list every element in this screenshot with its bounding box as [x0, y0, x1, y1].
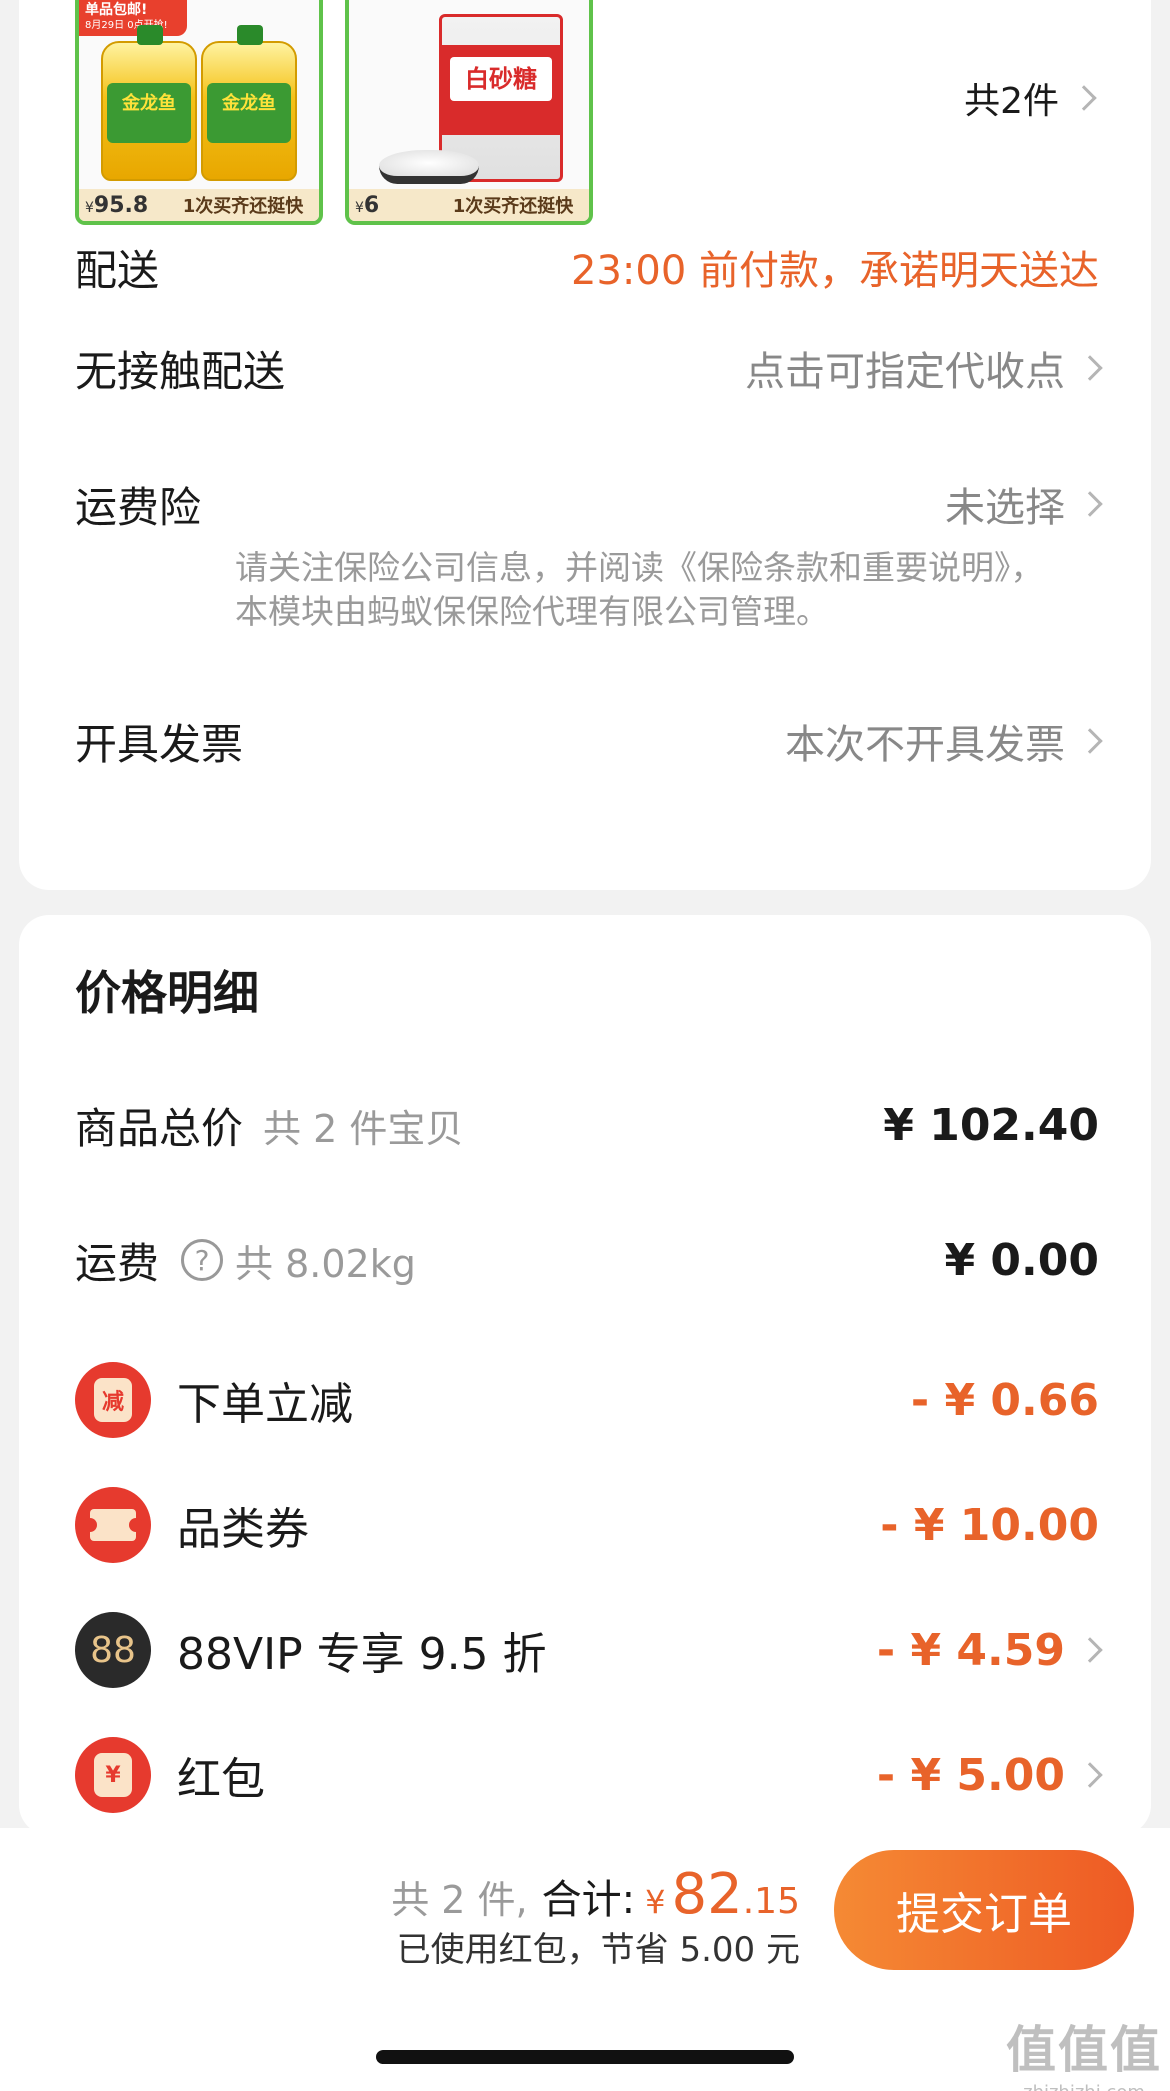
order-info-card: 单品包邮! 8月29日 0点开抢! 金龙鱼 金龙鱼 ¥95.8 1次买齐还挺快 …: [19, 0, 1151, 890]
discount-row-vip[interactable]: 88 88VIP 专享 9.5 折 - ¥ 4.59: [75, 1610, 1103, 1690]
instant-discount-icon: 减: [75, 1362, 151, 1438]
shipping-fee-row: 运费 ? 共 8.02kg ¥ 0.00: [75, 1234, 1100, 1288]
vip-88-icon: 88: [75, 1612, 151, 1688]
product-price-bar: ¥6 1次买齐还挺快: [349, 189, 589, 221]
help-icon[interactable]: ?: [181, 1239, 224, 1281]
insurance-status: 未选择: [945, 485, 1065, 531]
product-price: 95.8: [93, 192, 149, 218]
home-indicator[interactable]: [376, 2050, 794, 2064]
discount-row: 品类券 - ¥ 10.00: [75, 1485, 1099, 1565]
red-packet-icon: ¥: [75, 1737, 151, 1813]
chevron-right-icon: [1077, 1637, 1103, 1663]
pickup-point-hint: 点击可指定代收点: [745, 349, 1065, 395]
order-total: 共 2 件, 合计: ¥ 82 .15: [391, 1862, 800, 1927]
discount-amount: - ¥ 4.59: [876, 1624, 1065, 1676]
item-count-link[interactable]: 共2件: [964, 72, 1097, 124]
savings-note: 已使用红包，节省 5.00 元: [396, 1930, 800, 1970]
product-price-bar: ¥95.8 1次买齐还挺快: [79, 189, 319, 221]
section-title: 价格明细: [75, 966, 259, 1020]
discount-row: 减 下单立减 - ¥ 0.66: [75, 1360, 1099, 1440]
discount-amount: - ¥ 0.66: [910, 1374, 1099, 1426]
shipping-insurance-row[interactable]: 运费险 未选择: [75, 474, 1103, 534]
submit-order-button[interactable]: 提交订单: [834, 1850, 1134, 1970]
chevron-right-icon: [1077, 1762, 1103, 1788]
shipping-fee-amount: ¥ 0.00: [944, 1234, 1100, 1286]
insurance-notice: 请关注保险公司信息，并阅读《保险条款和重要说明》，本模块由蚂蚁保保险代理有限公司…: [235, 548, 1044, 631]
product-slogan: 1次买齐还挺快: [452, 196, 574, 217]
goods-total-row: 商品总价 共 2 件宝贝 ¥ 102.40: [75, 1099, 1099, 1153]
chevron-right-icon: [1077, 355, 1103, 381]
price-detail-card: 价格明细 商品总价 共 2 件宝贝 ¥ 102.40 运费 ? 共 8.02kg…: [19, 915, 1151, 1835]
sugar-bowl-image: [379, 150, 479, 184]
contactless-delivery-row[interactable]: 无接触配送 点击可指定代收点: [75, 338, 1103, 398]
total-amount-decimal: .15: [742, 1881, 800, 1922]
delivery-row: 配送 23:00 前付款，承诺明天送达: [75, 237, 1099, 297]
invoice-row[interactable]: 开具发票 本次不开具发票: [75, 711, 1103, 771]
discount-amount: - ¥ 10.00: [880, 1499, 1099, 1551]
discount-row-red-packet[interactable]: ¥ 红包 - ¥ 5.00: [75, 1735, 1103, 1815]
oil-bottle-image: 金龙鱼: [201, 25, 297, 181]
chevron-right-icon: [1077, 491, 1103, 517]
discount-amount: - ¥ 5.00: [876, 1749, 1065, 1801]
site-watermark: 值值值 zhizhizhi.com: [1006, 2021, 1162, 2091]
product-thumbnail-oil[interactable]: 单品包邮! 8月29日 0点开抢! 金龙鱼 金龙鱼 ¥95.8 1次买齐还挺快: [75, 0, 323, 225]
promo-badge: 单品包邮! 8月29日 0点开抢!: [79, 0, 187, 36]
product-slogan: 1次买齐还挺快: [182, 196, 304, 217]
total-amount-integer: 82: [671, 1862, 743, 1927]
coupon-icon: [75, 1487, 151, 1563]
product-thumbnail-sugar[interactable]: 白砂糖 ¥6 1次买齐还挺快: [345, 0, 593, 225]
goods-total-amount: ¥ 102.40: [883, 1099, 1099, 1151]
delivery-promise: 23:00 前付款，承诺明天送达: [571, 248, 1099, 294]
product-price: 6: [363, 192, 380, 218]
chevron-right-icon: [1071, 85, 1097, 111]
invoice-status: 本次不开具发票: [785, 722, 1065, 768]
chevron-right-icon: [1077, 728, 1103, 754]
oil-bottle-image: 金龙鱼: [101, 25, 197, 181]
